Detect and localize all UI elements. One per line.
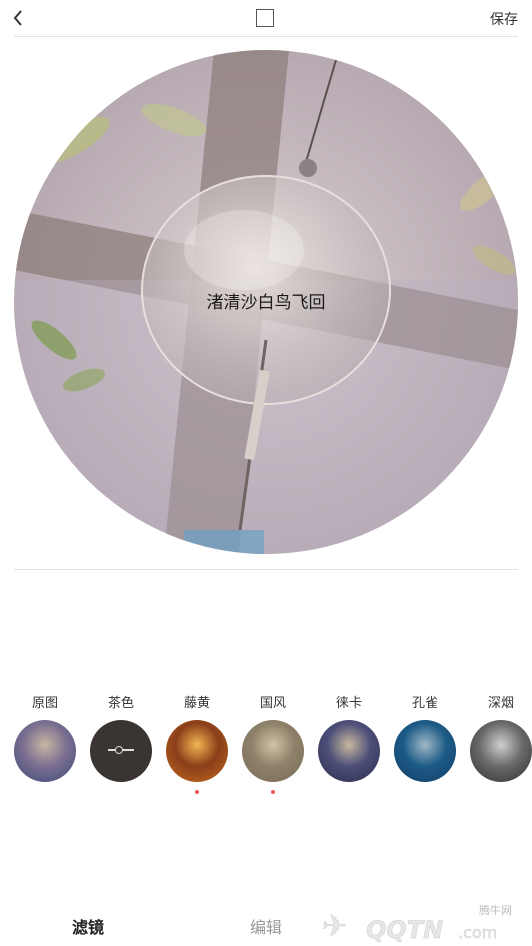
filter-label: 孔雀 bbox=[411, 696, 438, 711]
crop-icon[interactable] bbox=[256, 9, 274, 27]
filter-item-peacock[interactable]: 孔雀 bbox=[387, 694, 463, 782]
save-button[interactable]: 保存 bbox=[490, 9, 518, 29]
bottom-tab-bar: 滤镜 编辑 腾牛网 ✈ QQTN .com bbox=[0, 900, 532, 946]
watermark: 腾牛网 ✈ QQTN .com bbox=[318, 900, 518, 946]
filter-thumbnail bbox=[394, 720, 456, 782]
svg-text:✈: ✈ bbox=[322, 909, 347, 944]
back-icon[interactable] bbox=[8, 6, 30, 30]
filter-thumbnail bbox=[318, 720, 380, 782]
filter-thumbnail bbox=[166, 720, 228, 782]
filter-indicator-dot bbox=[195, 790, 199, 794]
filter-item-deep-smoke[interactable]: 深烟 bbox=[463, 694, 532, 782]
filter-item-gamboge[interactable]: 藤黄 bbox=[159, 694, 235, 794]
filter-strip: 原图 茶色 藤黄 国风 徕卡 孔雀 深烟 bbox=[0, 694, 532, 804]
tab-edit[interactable]: 编辑 bbox=[250, 914, 282, 938]
watermark-logo: ✈ QQTN .com bbox=[322, 909, 498, 945]
filter-label: 茶色 bbox=[107, 696, 134, 711]
photo-caption: 渚清沙白鸟飞回 bbox=[206, 293, 326, 313]
filter-thumbnail bbox=[14, 720, 76, 782]
filter-label: 原图 bbox=[31, 696, 58, 711]
filter-item-original[interactable]: 原图 bbox=[7, 694, 83, 782]
filter-label: 国风 bbox=[259, 696, 286, 711]
top-bar: 保存 bbox=[0, 0, 532, 36]
filter-thumbnail bbox=[470, 720, 532, 782]
filter-label: 深烟 bbox=[487, 696, 514, 711]
filter-item-leica[interactable]: 徕卡 bbox=[311, 694, 387, 782]
photo-preview[interactable]: 渚清沙白鸟飞回 bbox=[14, 50, 518, 554]
tab-filter[interactable]: 滤镜 bbox=[72, 914, 104, 938]
filter-thumbnail bbox=[242, 720, 304, 782]
watermark-brand: QQTN bbox=[366, 916, 443, 944]
filter-label: 徕卡 bbox=[335, 696, 362, 711]
filter-item-guofeng[interactable]: 国风 bbox=[235, 694, 311, 794]
adjust-knob bbox=[115, 746, 123, 754]
watermark-domain: .com bbox=[458, 923, 497, 942]
top-divider bbox=[14, 36, 518, 37]
filter-indicator-dot bbox=[271, 790, 275, 794]
filter-thumbnail bbox=[90, 720, 152, 782]
filter-label: 藤黄 bbox=[183, 696, 210, 711]
photo-divider bbox=[14, 569, 518, 570]
filter-item-tea[interactable]: 茶色 bbox=[83, 694, 159, 782]
